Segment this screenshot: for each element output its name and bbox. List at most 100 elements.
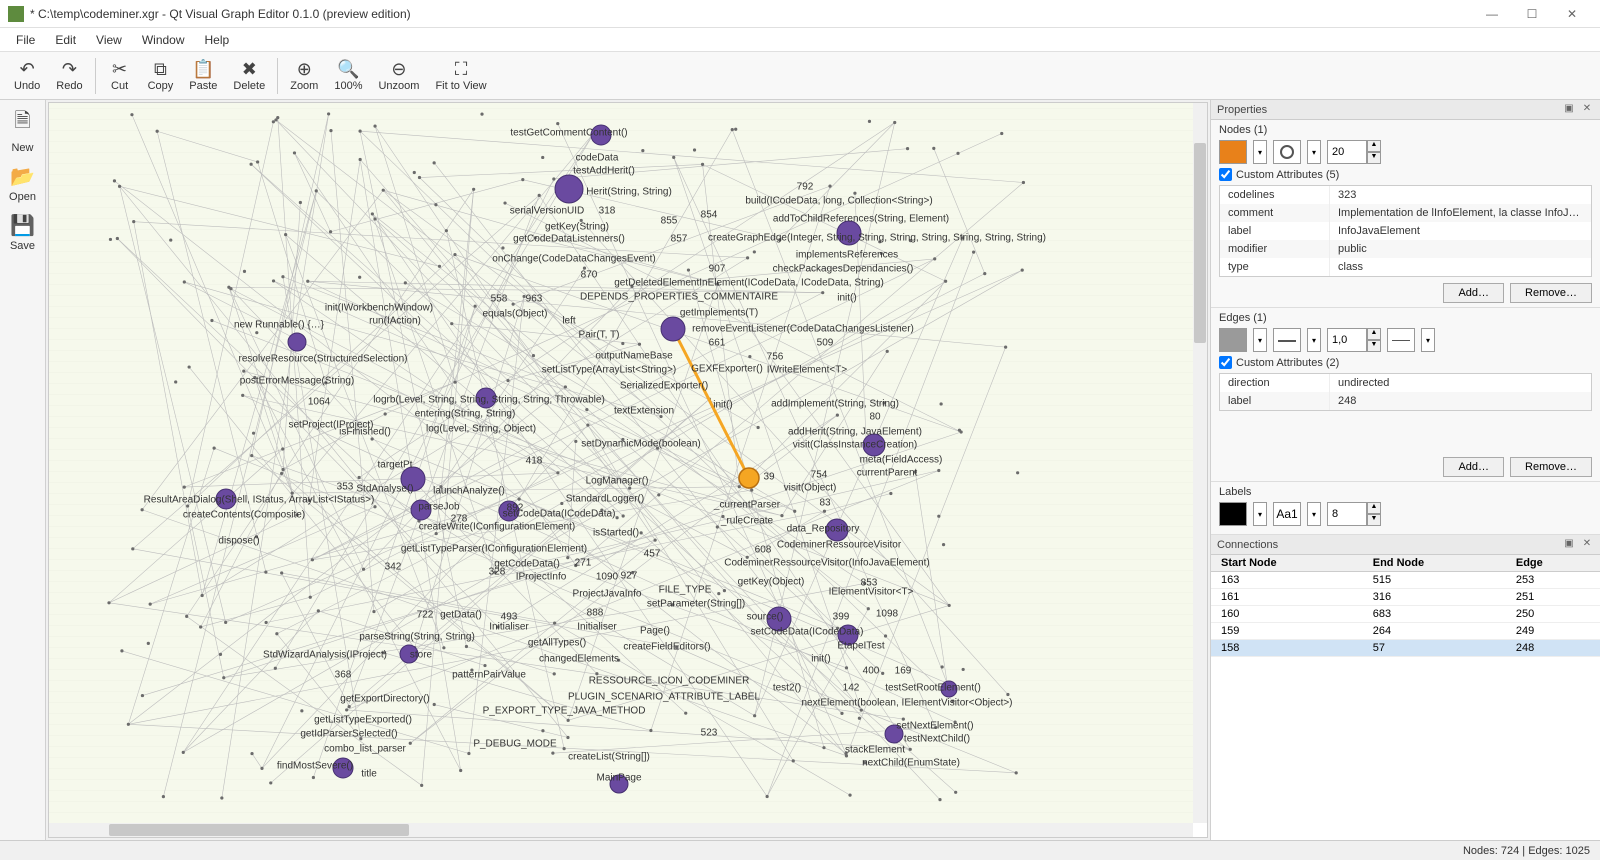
zoom-button[interactable]: ⊕Zoom — [282, 58, 326, 94]
label-font-dropdown[interactable]: ▾ — [1307, 502, 1321, 526]
copy-icon: ⧉ — [148, 60, 172, 80]
node-custom-attrs-checkbox[interactable] — [1219, 168, 1232, 181]
edge-color-dropdown[interactable]: ▾ — [1253, 328, 1267, 352]
chevron-up-icon[interactable]: ▲ — [1367, 502, 1381, 514]
attr-row[interactable]: typeclass — [1220, 258, 1591, 276]
graph-canvas-wrap: testGetCommentContent()codeDatatestAddHe… — [48, 102, 1208, 838]
panel-float-icon[interactable]: ▣ — [1562, 103, 1576, 117]
paste-icon: 📋 — [191, 60, 215, 80]
paste-button[interactable]: 📋Paste — [181, 58, 225, 94]
label-size-spinner[interactable]: ▲▼ — [1327, 502, 1381, 526]
edges-header: Edges (1) — [1219, 312, 1592, 324]
attr-row[interactable]: commentImplementation de lInfoElement, l… — [1220, 204, 1591, 222]
copy-button[interactable]: ⧉Copy — [140, 58, 182, 94]
label-color-swatch[interactable] — [1219, 502, 1247, 526]
panel-close-icon[interactable]: ✕ — [1580, 538, 1594, 552]
statusbar: Nodes: 724 | Edges: 1025 — [0, 840, 1600, 860]
unzoom-button[interactable]: ⊖Unzoom — [370, 58, 427, 94]
toolbar: ↶Undo↷Redo ✂Cut⧉Copy📋Paste✖Delete⊕Zoom🔍10… — [0, 52, 1600, 100]
redo-button[interactable]: ↷Redo — [48, 58, 90, 94]
window-title: * C:\temp\codeminer.xgr - Qt Visual Grap… — [30, 7, 1472, 21]
label-size-input[interactable] — [1327, 502, 1367, 526]
edge-attrs-table[interactable]: directionundirectedlabel248 — [1219, 373, 1592, 411]
cut-button[interactable]: ✂Cut — [100, 58, 140, 94]
open-button[interactable]: 📂Open — [9, 164, 36, 203]
chevron-up-icon[interactable]: ▲ — [1367, 328, 1381, 340]
connections-table[interactable]: Start NodeEnd NodeEdge163515253161316251… — [1211, 555, 1600, 840]
edge-weight-spinner[interactable]: ▲▼ — [1327, 328, 1381, 352]
connection-row[interactable]: 159264249 — [1211, 623, 1600, 640]
fit-button[interactable]: ⛶Fit to View — [427, 58, 494, 94]
menubar: FileEditViewWindowHelp — [0, 28, 1600, 52]
panel-close-icon[interactable]: ✕ — [1580, 103, 1594, 117]
chevron-down-icon[interactable]: ▼ — [1367, 514, 1381, 526]
labels-header: Labels — [1219, 486, 1592, 498]
horizontal-scrollbar[interactable] — [49, 823, 1193, 837]
node-size-spinner[interactable]: ▲▼ — [1327, 140, 1381, 164]
edges-section: Edges (1) ▾ ▾ ▲▼ ▾ Custom Attributes (2)… — [1211, 308, 1600, 482]
cut-icon: ✂ — [108, 60, 132, 80]
minimize-button[interactable]: — — [1472, 2, 1512, 26]
app-icon — [8, 6, 24, 22]
node-attrs-table[interactable]: codelines323commentImplementation de lIn… — [1219, 185, 1592, 277]
connection-row[interactable]: 163515253 — [1211, 572, 1600, 589]
node-size-input[interactable] — [1327, 140, 1367, 164]
chevron-down-icon[interactable]: ▼ — [1367, 340, 1381, 352]
new-icon: 🗎 — [14, 106, 30, 140]
node-color-swatch[interactable] — [1219, 140, 1247, 164]
save-icon: 💾 — [10, 213, 35, 238]
panel-float-icon[interactable]: ▣ — [1562, 538, 1576, 552]
edge-color-swatch[interactable] — [1219, 328, 1247, 352]
maximize-button[interactable]: ☐ — [1512, 2, 1552, 26]
vertical-scrollbar[interactable] — [1193, 103, 1207, 823]
menu-file[interactable]: File — [6, 31, 45, 49]
node-color-dropdown[interactable]: ▾ — [1253, 140, 1267, 164]
edge-line-style[interactable] — [1273, 328, 1301, 352]
label-color-dropdown[interactable]: ▾ — [1253, 502, 1267, 526]
zoom-icon: ⊕ — [292, 60, 316, 80]
zoom100-button[interactable]: 🔍100% — [326, 58, 370, 94]
close-button[interactable]: ✕ — [1552, 2, 1592, 26]
label-font-button[interactable]: Aa1 — [1273, 502, 1301, 526]
unzoom-icon: ⊖ — [387, 60, 411, 80]
edge-remove-button[interactable]: Remove… — [1510, 457, 1592, 477]
node-custom-attrs-label: Custom Attributes (5) — [1236, 169, 1339, 181]
edge-weight-input[interactable] — [1327, 328, 1367, 352]
attr-row[interactable]: labelInfoJavaElement — [1220, 222, 1591, 240]
menu-window[interactable]: Window — [132, 31, 195, 49]
left-toolbar: 🗎New 📂Open 💾Save — [0, 100, 46, 840]
graph-canvas[interactable]: testGetCommentContent()codeDatatestAddHe… — [49, 103, 1193, 823]
nodes-section: Nodes (1) ▾ ▾ ▲▼ Custom Attributes (5) c… — [1211, 120, 1600, 308]
attr-row[interactable]: label248 — [1220, 392, 1591, 410]
node-add-button[interactable]: Add… — [1443, 283, 1504, 303]
delete-button[interactable]: ✖Delete — [225, 58, 273, 94]
node-shape-dropdown[interactable]: ▾ — [1307, 140, 1321, 164]
open-icon: 📂 — [10, 164, 35, 189]
node-remove-button[interactable]: Remove… — [1510, 283, 1592, 303]
edge-custom-attrs-label: Custom Attributes (2) — [1236, 357, 1339, 369]
node-shape-button[interactable] — [1273, 140, 1301, 164]
edge-add-button[interactable]: Add… — [1443, 457, 1504, 477]
connection-row[interactable]: 161316251 — [1211, 589, 1600, 606]
save-button[interactable]: 💾Save — [10, 213, 35, 252]
chevron-up-icon[interactable]: ▲ — [1367, 140, 1381, 152]
attr-row[interactable]: modifierpublic — [1220, 240, 1591, 258]
edge-custom-attrs-checkbox[interactable] — [1219, 356, 1232, 369]
undo-button[interactable]: ↶Undo — [6, 58, 48, 94]
connection-row[interactable]: 160683250 — [1211, 606, 1600, 623]
attr-row[interactable]: codelines323 — [1220, 186, 1591, 204]
menu-edit[interactable]: Edit — [45, 31, 86, 49]
edge-arrow-style[interactable] — [1387, 328, 1415, 352]
attr-row[interactable]: directionundirected — [1220, 374, 1591, 392]
properties-title: Properties — [1217, 104, 1267, 116]
chevron-down-icon[interactable]: ▼ — [1367, 152, 1381, 164]
connection-row[interactable]: 15857248 — [1211, 640, 1600, 657]
menu-view[interactable]: View — [86, 31, 132, 49]
menu-help[interactable]: Help — [195, 31, 240, 49]
new-button[interactable]: 🗎New — [11, 106, 33, 154]
edge-line-dropdown[interactable]: ▾ — [1307, 328, 1321, 352]
labels-section: Labels ▾ Aa1 ▾ ▲▼ — [1211, 482, 1600, 535]
edge-arrow-dropdown[interactable]: ▾ — [1421, 328, 1435, 352]
nodes-header: Nodes (1) — [1219, 124, 1592, 136]
properties-header: Properties ▣ ✕ — [1211, 100, 1600, 120]
